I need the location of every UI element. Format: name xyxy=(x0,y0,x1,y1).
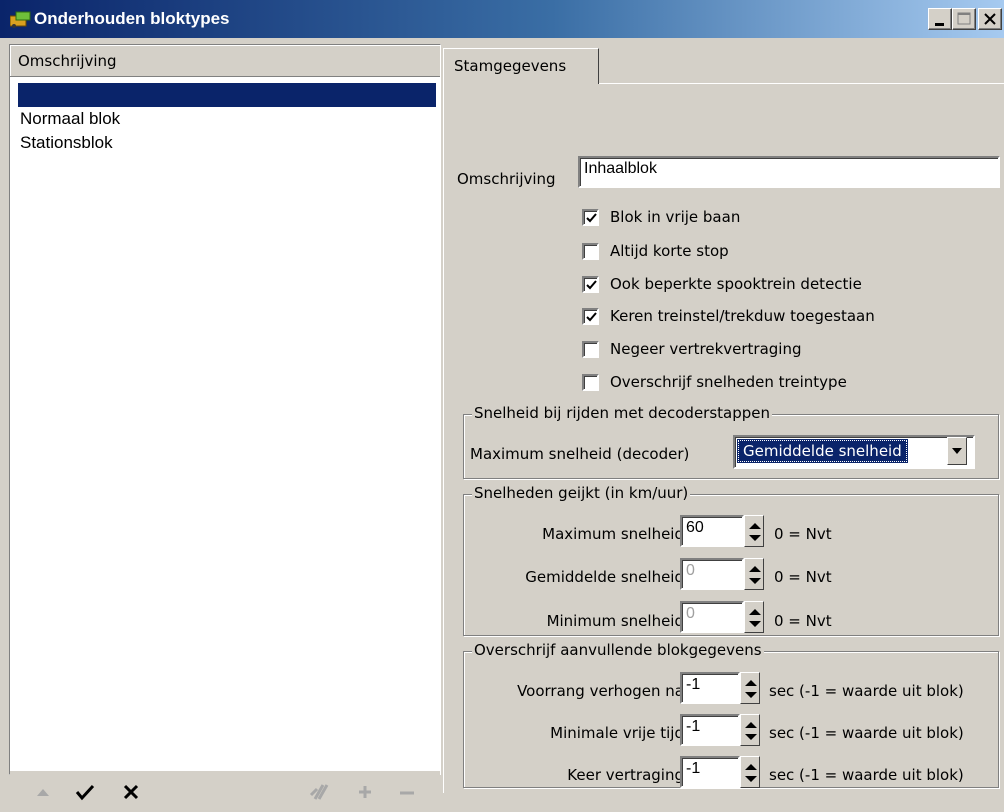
avg-speed-input[interactable]: 0 xyxy=(680,558,744,590)
min-free-time-input[interactable]: -1 xyxy=(680,714,740,746)
checkbox-label[interactable]: Ook beperkte spooktrein detectie xyxy=(610,275,862,293)
min-free-time-hint: sec (-1 = waarde uit blok) xyxy=(769,724,964,742)
avg-speed-label: Gemiddelde snelheid xyxy=(525,568,684,586)
min-free-time-label: Minimale vrije tijd xyxy=(550,724,684,742)
tab-panel-stamgegevens: Omschrijving Inhaalblok Blok in vrije ba… xyxy=(443,83,1004,793)
list-header-label: Omschrijving xyxy=(18,52,117,70)
maximize-button[interactable] xyxy=(952,8,976,30)
spinner-arrows-icon xyxy=(749,566,761,584)
add-button[interactable] xyxy=(352,779,378,805)
max-speed-input[interactable]: 60 xyxy=(680,515,744,547)
copy-icon xyxy=(309,784,329,800)
min-free-time-spinner[interactable] xyxy=(740,714,760,746)
chevron-down-icon xyxy=(952,448,962,454)
avg-speed-hint: 0 = Nvt xyxy=(774,568,832,586)
bloktype-list-panel: Omschrijving Normaal blok Stationsblok xyxy=(9,44,441,812)
window-title: Onderhouden bloktypes xyxy=(34,9,230,28)
check-icon xyxy=(75,784,95,801)
detail-panel: Stamgegevens Omschrijving Inhaalblok Blo… xyxy=(441,44,1004,793)
checkbox-negeer-vertrekvertraging[interactable] xyxy=(582,341,599,358)
plus-icon xyxy=(359,786,371,798)
max-speed-label: Maximum snelheid xyxy=(542,525,684,543)
bloktype-list[interactable]: Normaal blok Stationsblok xyxy=(10,79,440,749)
list-item[interactable]: Normaal blok xyxy=(18,107,436,131)
turn-delay-hint: sec (-1 = waarde uit blok) xyxy=(769,766,964,784)
copy-button[interactable] xyxy=(306,779,332,805)
avg-speed-spinner[interactable] xyxy=(744,558,764,590)
checkbox-label[interactable]: Overschrijf snelheden treintype xyxy=(610,373,847,391)
checkbox-spooktrein-detectie[interactable] xyxy=(582,276,599,293)
spinner-arrows-icon xyxy=(745,764,757,782)
priority-spinner[interactable] xyxy=(740,672,760,704)
list-item[interactable] xyxy=(18,83,436,107)
max-speed-hint: 0 = Nvt xyxy=(774,525,832,543)
turn-delay-label: Keer vertraging xyxy=(567,766,684,784)
omschrijving-label: Omschrijving xyxy=(457,170,556,188)
maximize-icon xyxy=(957,12,971,25)
priority-input[interactable]: -1 xyxy=(680,672,740,704)
checkmark-icon xyxy=(586,312,597,322)
turn-delay-spinner[interactable] xyxy=(740,756,760,788)
decoder-speed-label: Maximum snelheid (decoder) xyxy=(470,445,690,463)
tab-stamgegevens[interactable]: Stamgegevens xyxy=(443,48,599,84)
min-speed-hint: 0 = Nvt xyxy=(774,612,832,630)
checkbox-label[interactable]: Keren treinstel/trekduw toegestaan xyxy=(610,307,875,325)
list-header-omschrijving[interactable]: Omschrijving xyxy=(10,45,440,77)
move-up-button[interactable] xyxy=(30,779,56,805)
group-title: Overschrijf aanvullende blokgegevens xyxy=(472,641,764,659)
minimize-icon xyxy=(935,23,944,26)
decoder-speed-value: Gemiddelde snelheid xyxy=(737,439,908,463)
extra-block-data-group: Overschrijf aanvullende blokgegevens Voo… xyxy=(463,641,999,788)
tab-label: Stamgegevens xyxy=(454,57,567,75)
turn-delay-input[interactable]: -1 xyxy=(680,756,740,788)
calibrated-speed-group: Snelheden geijkt (in km/uur) Maximum sne… xyxy=(463,484,999,636)
app-icon xyxy=(10,11,31,28)
min-speed-input[interactable]: 0 xyxy=(680,601,744,633)
priority-label: Voorrang verhogen na xyxy=(517,682,684,700)
checkmark-icon xyxy=(586,280,597,290)
decoder-speed-group: Snelheid bij rijden met decoderstappen M… xyxy=(463,404,999,479)
checkbox-label[interactable]: Blok in vrije baan xyxy=(610,208,740,226)
list-item[interactable]: Stationsblok xyxy=(18,131,436,155)
checkmark-icon xyxy=(586,213,597,223)
list-toolbar xyxy=(10,770,440,812)
spinner-arrows-icon xyxy=(745,722,757,740)
cancel-button[interactable] xyxy=(118,779,144,805)
close-button[interactable] xyxy=(978,8,1002,30)
min-speed-label: Minimum snelheid xyxy=(546,612,684,630)
move-up-icon xyxy=(37,789,49,796)
max-speed-spinner[interactable] xyxy=(744,515,764,547)
checkbox-overschrijf-snelheden[interactable] xyxy=(582,374,599,391)
checkbox-keren-toegestaan[interactable] xyxy=(582,308,599,325)
minimize-button[interactable] xyxy=(928,8,952,30)
priority-hint: sec (-1 = waarde uit blok) xyxy=(769,682,964,700)
remove-button[interactable] xyxy=(394,779,420,805)
checkbox-label[interactable]: Negeer vertrekvertraging xyxy=(610,340,802,358)
spinner-arrows-icon xyxy=(745,680,757,698)
group-title: Snelheid bij rijden met decoderstappen xyxy=(472,404,773,422)
cross-icon xyxy=(123,784,139,800)
checkbox-label[interactable]: Altijd korte stop xyxy=(610,242,729,260)
confirm-button[interactable] xyxy=(72,779,98,805)
decoder-speed-select[interactable]: Gemiddelde snelheid xyxy=(733,435,975,469)
spinner-arrows-icon xyxy=(749,523,761,541)
group-title: Snelheden geijkt (in km/uur) xyxy=(472,484,691,502)
min-speed-spinner[interactable] xyxy=(744,601,764,633)
close-icon xyxy=(984,13,996,25)
checkbox-blok-in-vrije-baan[interactable] xyxy=(582,209,599,226)
checkbox-altijd-korte-stop[interactable] xyxy=(582,243,599,260)
spinner-arrows-icon xyxy=(749,609,761,627)
minus-icon xyxy=(400,791,414,795)
dropdown-button[interactable] xyxy=(947,437,967,465)
omschrijving-field[interactable]: Inhaalblok xyxy=(578,156,1000,188)
title-bar[interactable]: Onderhouden bloktypes xyxy=(0,0,1004,38)
